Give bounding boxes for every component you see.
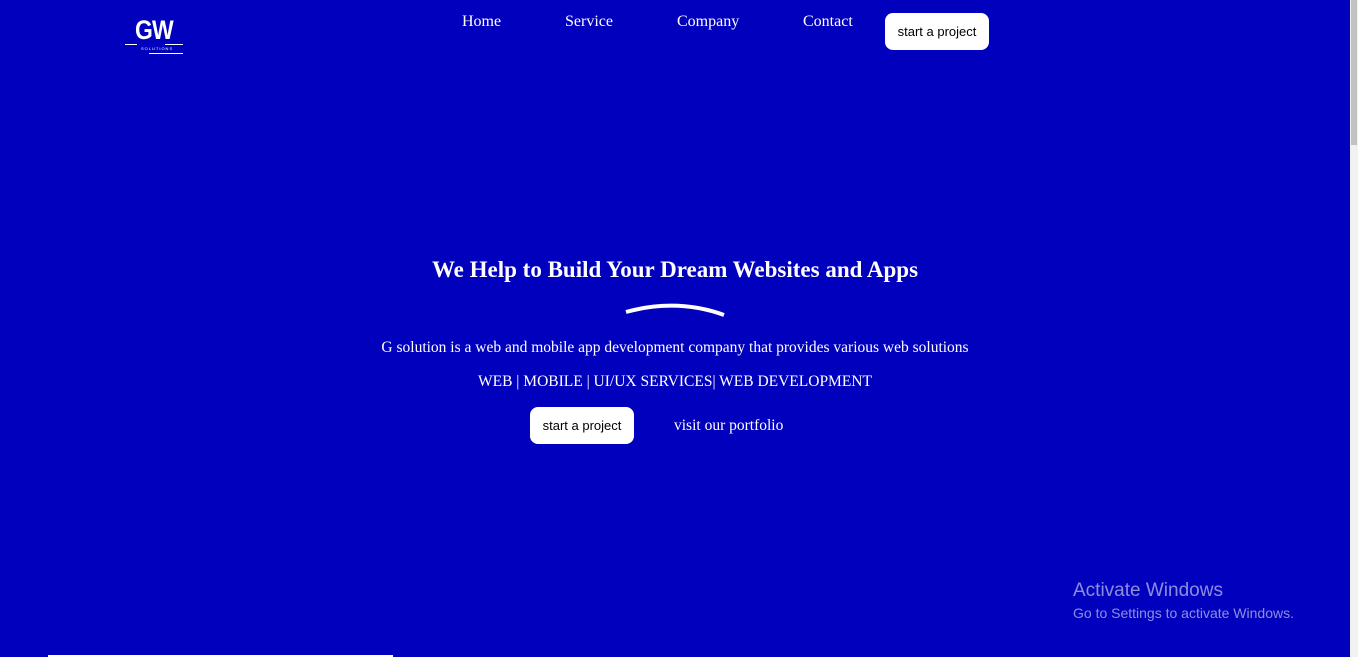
nav-service-link[interactable]: Service bbox=[565, 12, 613, 32]
logo-letters: GW bbox=[135, 15, 174, 45]
watermark-subtitle: Go to Settings to activate Windows. bbox=[1073, 605, 1294, 621]
hero-services: WEB | MOBILE | UI/UX SERVICES| WEB DEVEL… bbox=[478, 373, 872, 390]
hero-description: G solution is a web and mobile app devel… bbox=[381, 339, 969, 356]
nav-start-project-button[interactable]: start a project bbox=[885, 13, 989, 50]
logo-underline bbox=[149, 53, 183, 54]
logo-subtitle: SOLUTIONS bbox=[141, 46, 174, 51]
site-logo[interactable]: GW SOLUTIONS bbox=[125, 14, 185, 56]
activate-windows-watermark: Activate Windows Go to Settings to activ… bbox=[1073, 579, 1294, 623]
nav-contact-link[interactable]: Contact bbox=[803, 12, 853, 32]
hero-start-project-button[interactable]: start a project bbox=[530, 407, 634, 444]
hero-curve-decoration bbox=[625, 303, 725, 317]
hero-title: We Help to Build Your Dream Websites and… bbox=[431, 257, 919, 282]
nav-home-link[interactable]: Home bbox=[462, 12, 501, 32]
nav-company-link[interactable]: Company bbox=[677, 12, 739, 32]
logo-line-right bbox=[165, 44, 183, 45]
page-scrollbar[interactable] bbox=[1350, 0, 1358, 657]
scrollbar-thumb[interactable] bbox=[1351, 0, 1357, 145]
watermark-title: Activate Windows bbox=[1073, 580, 1223, 601]
visit-portfolio-link[interactable]: visit our portfolio bbox=[674, 416, 783, 436]
